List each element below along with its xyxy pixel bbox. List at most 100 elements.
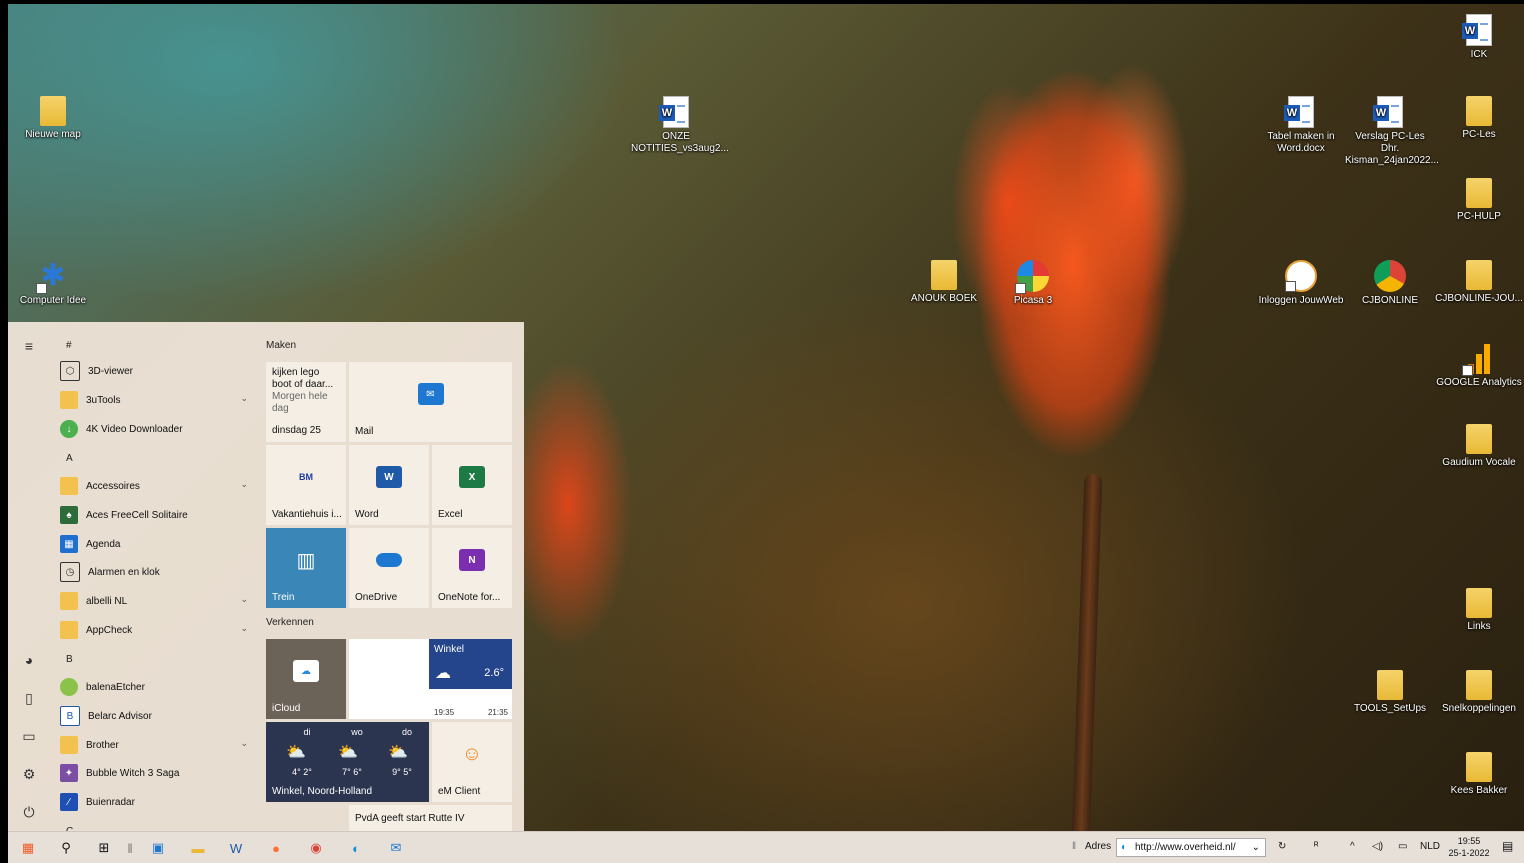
edge-icon[interactable]: ◐	[346, 838, 366, 858]
calendar-when: Morgen hele dag	[272, 391, 328, 414]
radar-icon: ⁄	[60, 793, 78, 811]
desktop-icon-links[interactable]: Links	[1434, 588, 1524, 633]
desktop-icon-gaudium-vocale[interactable]: Gaudium Vocale	[1434, 424, 1524, 469]
speaker-icon[interactable]: ◁)	[1372, 841, 1383, 852]
chevron-up-icon[interactable]: ^	[1350, 841, 1355, 852]
settings-gear-icon[interactable]: ⚙	[21, 766, 37, 782]
desktop-icon-label: Tabel maken in Word.docx	[1267, 131, 1335, 154]
desktop-icon-cjbonline-jou[interactable]: CJBONLINE-JOU...	[1434, 260, 1524, 305]
chevron-down-icon: ⌄	[240, 623, 248, 633]
desktop-icon-ick[interactable]: W ICK	[1434, 14, 1524, 61]
refresh-icon[interactable]: ↻	[1278, 841, 1286, 852]
documents-icon[interactable]: ▯	[21, 690, 37, 706]
desktop-icon-label: ICK	[1470, 49, 1488, 60]
tile-icloud[interactable]: ☁ iCloud	[266, 639, 346, 719]
desktop-icon-picasa[interactable]: Picasa 3	[988, 260, 1078, 307]
power-icon[interactable]: ⏻	[21, 804, 37, 820]
forecast-temp: 9° 5°	[392, 767, 412, 777]
app-albelli-nl[interactable]: albelli NL ⌄	[50, 588, 256, 614]
folder-icon	[1466, 260, 1492, 290]
tile-blank[interactable]	[349, 639, 429, 719]
app-list-header[interactable]: B	[50, 646, 256, 672]
desktop-icon-verslag-pc-les[interactable]: W Verslag PC-Les Dhr. Kisman_24jan2022..…	[1345, 96, 1439, 167]
tile-mail[interactable]: ✉ Mail	[349, 362, 512, 442]
desktop-icon-google-analytics[interactable]: GOOGLE Analytics	[1434, 342, 1524, 389]
bm-travel-icon: BM	[299, 472, 313, 482]
folder-icon	[60, 592, 78, 610]
app-label: Bubble Witch 3 Saga	[86, 767, 180, 779]
edge-favicon-icon: ◐	[1121, 842, 1128, 853]
user-avatar-icon[interactable]: ◕	[21, 652, 37, 668]
windows-start-icon[interactable]: ▦	[18, 838, 38, 858]
word-document-icon: W	[1284, 96, 1314, 128]
address-input[interactable]: ◐ http://www.overheid.nl/ ⌄	[1116, 838, 1266, 857]
chevron-down-icon: ⌄	[240, 479, 248, 489]
desktop-icon-anouk-boek[interactable]: ANOUK BOEK	[899, 260, 989, 305]
desktop-icon-pc-les[interactable]: PC-Les	[1434, 96, 1524, 141]
tile-onedrive[interactable]: OneDrive	[349, 528, 429, 608]
app-agenda[interactable]: ▦ Agenda	[50, 531, 256, 557]
cards-icon: ♠	[60, 506, 78, 524]
app-list-header[interactable]: C	[50, 818, 256, 832]
desktop-icon-inloggen-jouwweb[interactable]: Inloggen JouwWeb	[1256, 260, 1346, 307]
folder-icon	[1466, 670, 1492, 700]
forecast-day: do	[401, 727, 412, 737]
search-icon[interactable]: ⚲	[56, 838, 76, 858]
people-icon[interactable]: ᴿ	[1314, 841, 1319, 852]
app-3d-viewer[interactable]: ⬡ 3D-viewer	[50, 358, 256, 384]
task-view-icon[interactable]: ⊞	[94, 838, 114, 858]
file-explorer-icon[interactable]: ▬	[188, 838, 208, 858]
word-taskbar-icon[interactable]: W	[226, 838, 246, 858]
hamburger-menu-icon[interactable]: ≡	[21, 338, 37, 354]
clock[interactable]: 19:55 25-1-2022	[1448, 835, 1490, 859]
app-4k-video-downloader[interactable]: ↓ 4K Video Downloader	[50, 416, 256, 442]
tile-weather-small[interactable]: Winkel ☁ 2.6° 19:35 21:35	[429, 639, 512, 719]
chevron-down-icon[interactable]: ⌄	[1252, 839, 1260, 856]
desktop-icon-tools-setups[interactable]: TOOLS_SetUps	[1345, 670, 1435, 715]
tile-trein[interactable]: ▥ Trein	[266, 528, 346, 608]
app-appcheck[interactable]: AppCheck ⌄	[50, 617, 256, 643]
app-buienradar[interactable]: ⁄ Buienradar	[50, 789, 256, 815]
pictures-icon[interactable]: ▭	[21, 728, 37, 744]
tile-excel[interactable]: X Excel	[432, 445, 512, 525]
app-list-header[interactable]: A	[50, 445, 256, 471]
forecast-temp: 7° 6°	[342, 767, 362, 777]
desktop-icon-pc-hulp[interactable]: PC-HULP	[1434, 178, 1524, 223]
app-aces-freecell[interactable]: ♠ Aces FreeCell Solitaire	[50, 502, 256, 528]
app-brother[interactable]: Brother ⌄	[50, 732, 256, 758]
tile-calendar[interactable]: kijken lego boot of daar... Morgen hele …	[266, 362, 346, 442]
app-list-header[interactable]: #	[50, 332, 256, 358]
address-label: Adres	[1085, 841, 1112, 852]
desktop-icon-cjbonline[interactable]: CJBONLINE	[1345, 260, 1435, 307]
mail-taskbar-icon[interactable]: ✉	[386, 838, 406, 858]
app-belarc-advisor[interactable]: B Belarc Advisor	[50, 703, 256, 729]
app-bubble-witch[interactable]: ✦ Bubble Witch 3 Saga	[50, 760, 256, 786]
app-3utools[interactable]: 3uTools ⌄	[50, 387, 256, 413]
desktop-icon-snelkoppelingen[interactable]: Snelkoppelingen	[1434, 670, 1524, 715]
desktop-icon-kees-bakker[interactable]: Kees Bakker	[1434, 752, 1524, 797]
app-balenaetcher[interactable]: balenaEtcher	[50, 674, 256, 700]
icloud-icon: ☁	[293, 660, 319, 682]
chrome-taskbar-icon[interactable]: ◉	[306, 838, 326, 858]
network-icon[interactable]: ▭	[1398, 841, 1407, 852]
media-player-icon[interactable]: ▣	[148, 838, 168, 858]
tile-em-client[interactable]: ☺ eM Client	[432, 722, 512, 802]
tile-word[interactable]: W Word	[349, 445, 429, 525]
tile-forecast[interactable]: di wo do ⛅ ⛅ ⛅ 4° 2° 7° 6° 9° 5° Winkel,…	[266, 722, 429, 802]
header-letter: #	[66, 339, 72, 351]
app-accessoires[interactable]: Accessoires ⌄	[50, 473, 256, 499]
tile-news[interactable]: PvdA geeft start Rutte IV	[349, 805, 512, 831]
folder-icon	[60, 391, 78, 409]
word-document-icon: W	[659, 96, 689, 128]
notification-icon[interactable]: ▤	[1502, 839, 1513, 853]
desktop-icon-computer-idee[interactable]: ✱ Computer Idee	[8, 260, 98, 307]
folder-icon	[1377, 670, 1403, 700]
desktop-icon-nieuwe-map[interactable]: Nieuwe map	[8, 96, 98, 141]
desktop-icon-onze-notities[interactable]: W ONZE NOTITIES_vs3aug2...	[631, 96, 729, 155]
firefox-icon[interactable]: ●	[266, 838, 286, 858]
desktop-icon-tabel-maken[interactable]: W Tabel maken in Word.docx	[1256, 96, 1346, 155]
tile-vakantiehuis[interactable]: BM Vakantiehuis i...	[266, 445, 346, 525]
language-indicator[interactable]: NLD	[1420, 841, 1440, 852]
app-alarmen-en-klok[interactable]: ◷ Alarmen en klok	[50, 559, 256, 585]
tile-onenote[interactable]: N OneNote for...	[432, 528, 512, 608]
